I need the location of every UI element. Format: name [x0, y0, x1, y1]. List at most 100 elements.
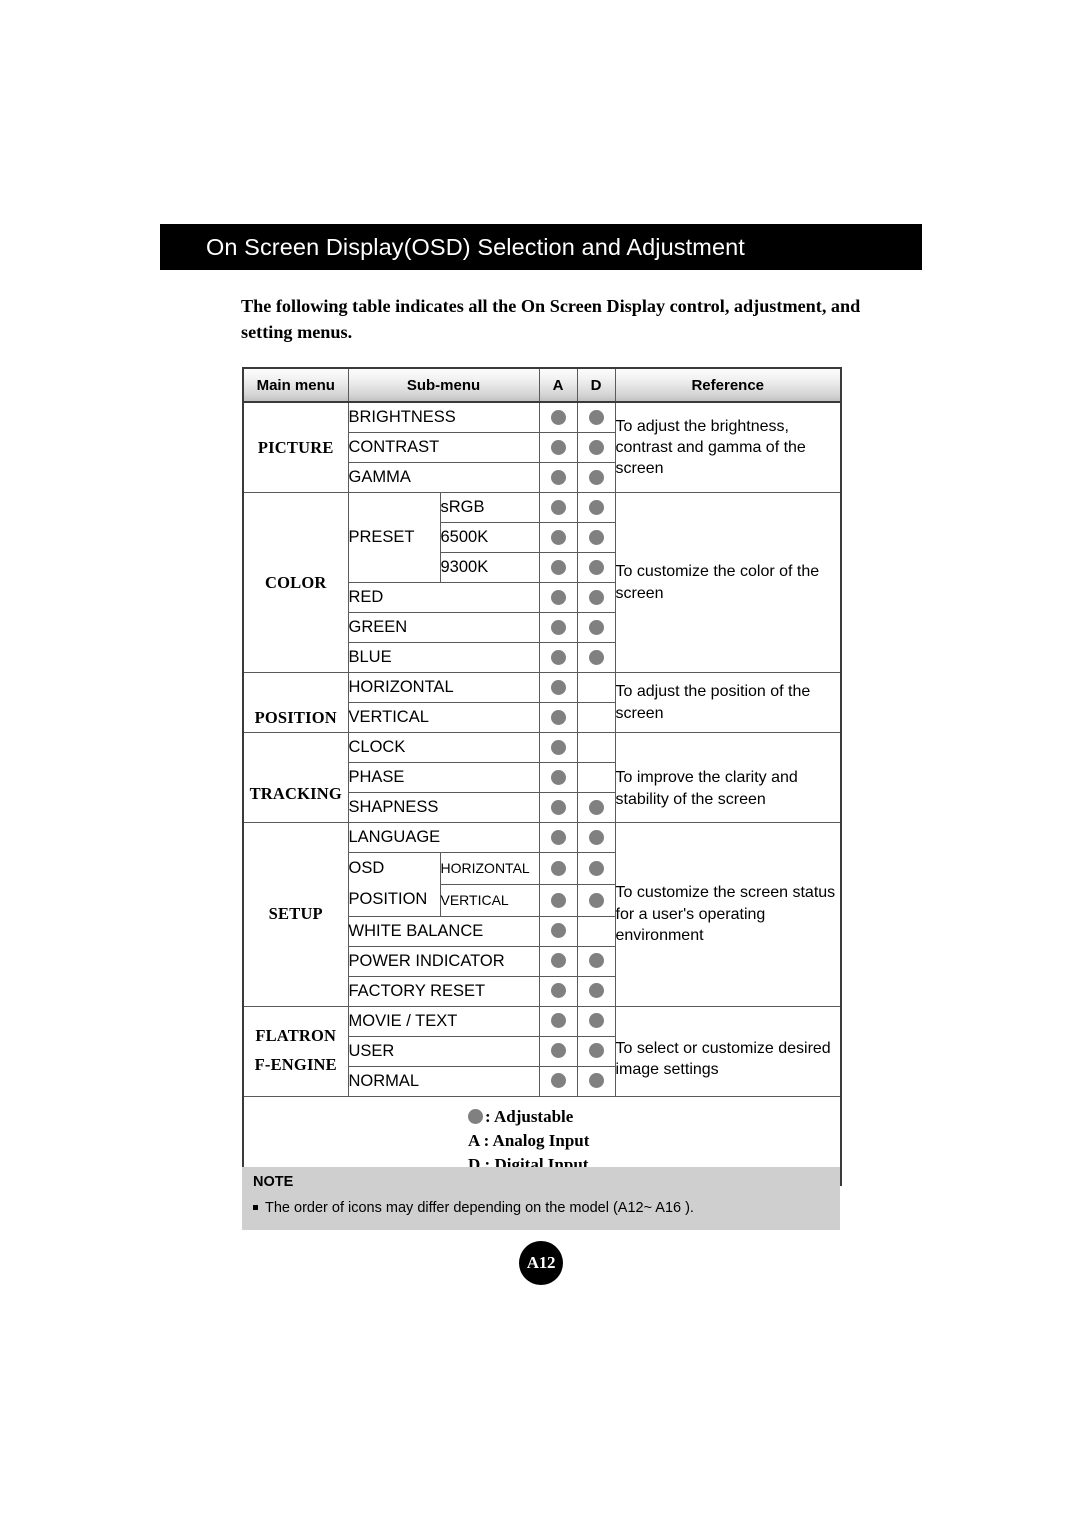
digital-dot-power-indicator	[576, 945, 616, 977]
adjustable-dot-icon	[550, 799, 566, 815]
digital-dot-osd-horizontal	[576, 852, 616, 885]
main-menu-flatron-line2: F-ENGINE	[254, 1055, 337, 1075]
header-reference: Reference	[614, 367, 842, 403]
analog-dot-vertical-position	[538, 702, 578, 733]
digital-dot-brightness	[576, 401, 616, 433]
main-menu-setup: SETUP	[242, 822, 349, 1007]
sub-menu-osd-vertical: VERTICAL	[439, 883, 540, 917]
adjustable-dot-icon	[588, 892, 604, 908]
main-menu-picture: PICTURE	[242, 401, 349, 493]
header-d: D	[576, 367, 616, 403]
adjustable-dot-icon	[588, 1043, 604, 1059]
sub-menu-osd-horizontal: HORIZONTAL	[439, 852, 540, 885]
adjustable-dot-icon	[550, 953, 566, 969]
sub-menu-factory-reset: FACTORY RESET	[347, 975, 540, 1007]
adjustable-dot-icon	[588, 799, 604, 815]
adjustable-dot-icon	[550, 499, 566, 515]
intro-paragraph: The following table indicates all the On…	[241, 296, 861, 342]
table-header-row: Main menu Sub-menu A D Reference	[242, 367, 842, 403]
sub-menu-horizontal-position: HORIZONTAL	[347, 672, 540, 703]
adjustable-dot-icon	[550, 559, 566, 575]
digital-dot-green	[576, 612, 616, 643]
adjustable-dot-icon	[550, 983, 566, 999]
header-a: A	[538, 367, 578, 403]
adjustable-dot-icon	[588, 499, 604, 515]
analog-dot-phase	[538, 762, 578, 793]
analog-dot-6500k	[538, 522, 578, 553]
page-title-bar: On Screen Display(OSD) Selection and Adj…	[160, 224, 922, 270]
digital-dot-user	[576, 1035, 616, 1067]
note-title: NOTE	[253, 1174, 294, 1190]
sub-menu-srgb: sRGB	[439, 492, 540, 523]
adjustable-dot-icon	[550, 469, 566, 485]
square-bullet-icon	[253, 1205, 258, 1210]
analog-dot-horizontal-position	[538, 672, 578, 703]
adjustable-dot-icon	[550, 439, 566, 455]
sub-menu-movie-text: MOVIE / TEXT	[347, 1005, 540, 1037]
digital-dot-contrast	[576, 432, 616, 463]
header-sub-menu: Sub-menu	[347, 367, 540, 403]
adjustable-dot-icon	[588, 529, 604, 545]
note-box: NOTE The order of icons may differ depen…	[242, 1167, 840, 1230]
note-line: The order of icons may differ depending …	[242, 1200, 840, 1216]
digital-dot-shapness	[576, 792, 616, 823]
analog-dot-9300k	[538, 552, 578, 583]
analog-dot-srgb	[538, 492, 578, 523]
sub-menu-brightness: BRIGHTNESS	[347, 401, 540, 433]
adjustable-dot-icon	[588, 469, 604, 485]
analog-dot-green	[538, 612, 578, 643]
adjustable-dot-icon	[550, 1043, 566, 1059]
sub-menu-osd-position: OSD POSITION	[347, 852, 441, 917]
main-menu-tracking: TRACKING	[242, 732, 349, 823]
sub-menu-red: RED	[347, 582, 540, 613]
note-text: The order of icons may differ depending …	[265, 1200, 694, 1216]
analog-dot-user	[538, 1035, 578, 1067]
sub-menu-blue: BLUE	[347, 642, 540, 673]
sub-menu-preset: PRESET	[347, 492, 441, 583]
adjustable-dot-icon	[550, 1073, 566, 1089]
adjustable-dot-icon	[550, 769, 566, 785]
adjustable-dot-icon	[588, 649, 604, 665]
adjustable-dot-icon	[550, 649, 566, 665]
analog-dot-white-balance	[538, 915, 578, 947]
sub-menu-gamma: GAMMA	[347, 462, 540, 493]
adjustable-dot-icon	[550, 860, 566, 876]
sub-menu-normal: NORMAL	[347, 1065, 540, 1097]
adjustable-dot-icon	[588, 1013, 604, 1029]
adjustable-dot-icon	[588, 860, 604, 876]
legend-analog-row: A : Analog Input	[468, 1130, 590, 1150]
reference-tracking: To improve the clarity and stability of …	[614, 732, 842, 823]
digital-dot-white-balance	[576, 915, 616, 947]
adjustable-dot-icon	[588, 589, 604, 605]
adjustable-dot-icon	[588, 953, 604, 969]
legend-adjustable-label: : Adjustable	[485, 1106, 574, 1126]
adjustable-dot-icon	[588, 829, 604, 845]
page-title: On Screen Display(OSD) Selection and Adj…	[206, 233, 745, 260]
table-row: FLATRON F-ENGINE MOVIE / TEXT To select …	[242, 1005, 842, 1097]
analog-dot-normal	[538, 1065, 578, 1097]
page-number-badge: A12	[519, 1241, 563, 1285]
digital-dot-phase	[576, 762, 616, 793]
analog-dot-clock	[538, 732, 578, 763]
reference-picture: To adjust the brightness, contrast and g…	[614, 401, 842, 493]
sub-menu-shapness: SHAPNESS	[347, 792, 540, 823]
digital-dot-red	[576, 582, 616, 613]
header-main-menu: Main menu	[242, 367, 349, 403]
adjustable-dot-icon	[550, 709, 566, 725]
table-row: COLOR PRESET sRGB To customize the color…	[242, 492, 842, 673]
adjustable-dot-icon	[468, 1109, 483, 1125]
digital-dot-9300k	[576, 552, 616, 583]
adjustable-dot-icon	[550, 739, 566, 755]
reference-flatron-f-engine: To select or customize desired image set…	[614, 1005, 842, 1097]
adjustable-dot-icon	[550, 619, 566, 635]
adjustable-dot-icon	[550, 1013, 566, 1029]
adjustable-dot-icon	[550, 529, 566, 545]
adjustable-dot-icon	[588, 983, 604, 999]
digital-dot-vertical-position	[576, 702, 616, 733]
analog-dot-osd-vertical	[538, 883, 578, 917]
sub-menu-green: GREEN	[347, 612, 540, 643]
sub-menu-9300k: 9300K	[439, 552, 540, 583]
digital-dot-gamma	[576, 462, 616, 493]
digital-dot-horizontal-position	[576, 672, 616, 703]
analog-dot-factory-reset	[538, 975, 578, 1007]
